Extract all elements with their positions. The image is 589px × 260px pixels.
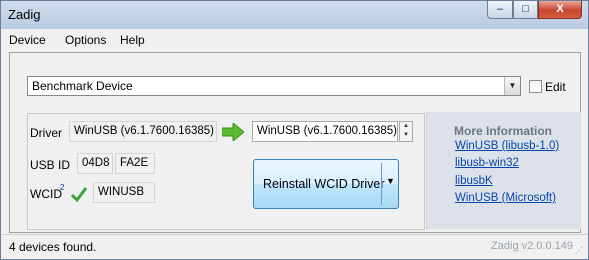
- menu-help[interactable]: Help: [120, 33, 145, 47]
- close-button[interactable]: X: [538, 1, 582, 19]
- link-libusbk[interactable]: libusbK: [455, 175, 493, 187]
- link-winusb-libusb[interactable]: WinUSB (libusb-1.0): [455, 140, 559, 152]
- title-bar[interactable]: Zadig – □ X: [1, 1, 588, 29]
- usb-pid-field: FA2E: [115, 153, 155, 174]
- zadig-window: Zadig – □ X Device Options Help Benchmar…: [0, 0, 589, 260]
- usb-id-label: USB ID: [30, 158, 71, 172]
- menu-options[interactable]: Options: [65, 33, 106, 47]
- maximize-button[interactable]: □: [513, 1, 538, 19]
- spin-down-icon[interactable]: ▼: [400, 131, 412, 140]
- driver-spinner[interactable]: ▲ ▼: [399, 121, 413, 142]
- resize-grip-icon[interactable]: ⋰: [575, 246, 585, 256]
- status-bar: 4 devices found. Zadig v2.0.0.149 ⋰: [2, 234, 587, 258]
- link-libusb-win32[interactable]: libusb-win32: [455, 157, 519, 169]
- edit-checkbox-label: Edit: [545, 80, 566, 94]
- driver-label: Driver: [30, 126, 62, 140]
- spin-up-icon[interactable]: ▲: [400, 122, 412, 131]
- device-select[interactable]: Benchmark Device ▼: [27, 76, 521, 96]
- current-driver-field: WinUSB (v6.1.7600.16385): [69, 121, 217, 142]
- chevron-down-icon[interactable]: ▼: [386, 176, 395, 186]
- usb-vid-field: 04D8: [77, 153, 113, 174]
- target-driver-field[interactable]: WinUSB (v6.1.7600.16385): [252, 121, 398, 142]
- wcid-help-link[interactable]: 2: [60, 183, 64, 192]
- check-icon: [70, 187, 88, 203]
- more-info-title: More Information: [454, 124, 552, 138]
- reinstall-driver-label: Reinstall WCID Driver: [263, 177, 385, 191]
- button-split-divider: [381, 163, 382, 205]
- more-info-panel: More Information WinUSB (libusb-1.0) lib…: [426, 112, 581, 229]
- edit-checkbox[interactable]: [529, 80, 542, 93]
- window-title: Zadig: [8, 7, 41, 22]
- menu-bar: Device Options Help: [2, 30, 587, 50]
- minimize-button[interactable]: –: [487, 1, 513, 19]
- arrow-right-icon: [222, 123, 244, 141]
- wcid-value-field: WINUSB: [93, 182, 155, 203]
- status-text: 4 devices found.: [9, 240, 97, 254]
- link-winusb-microsoft[interactable]: WinUSB (Microsoft): [455, 192, 556, 204]
- menu-device[interactable]: Device: [9, 33, 46, 47]
- wcid-label: WCID: [30, 187, 62, 201]
- reinstall-driver-button[interactable]: Reinstall WCID Driver ▼: [253, 159, 399, 209]
- device-select-value: Benchmark Device: [32, 79, 133, 93]
- chevron-down-icon[interactable]: ▼: [504, 77, 520, 95]
- version-label: Zadig v2.0.0.149: [491, 240, 573, 252]
